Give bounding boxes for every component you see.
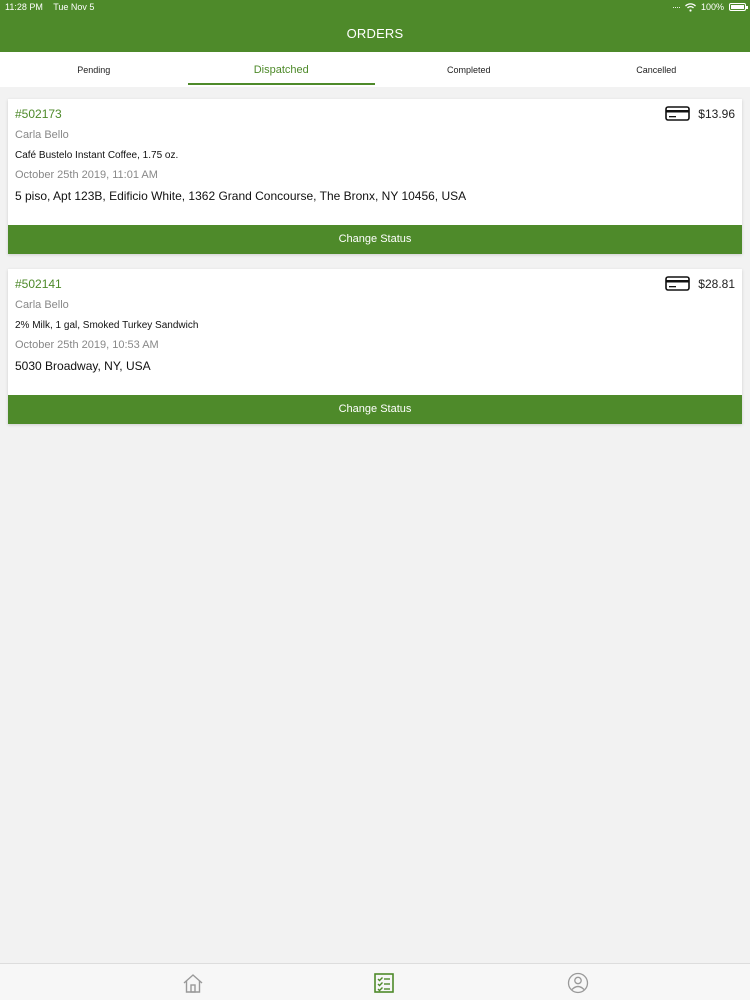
change-status-button[interactable]: Change Status xyxy=(8,225,742,254)
order-price: $28.81 xyxy=(698,276,735,291)
customer-name: Carla Bello xyxy=(15,129,69,141)
tab-cancelled[interactable]: Cancelled xyxy=(563,52,750,87)
change-status-button[interactable]: Change Status xyxy=(8,395,742,424)
order-items: 2% Milk, 1 gal, Smoked Turkey Sandwich xyxy=(15,320,199,331)
status-bar-left: 11:28 PM Tue Nov 5 xyxy=(5,2,102,12)
credit-card-icon xyxy=(665,276,691,291)
wifi-icon xyxy=(685,2,696,12)
page-title: ORDERS xyxy=(346,26,404,41)
signal-icon: ···· xyxy=(671,2,681,12)
order-card[interactable]: #502173 $13.96 Carla Bello Café Bustelo … xyxy=(8,99,742,254)
order-card[interactable]: #502141 $28.81 Carla Bello 2% Milk, 1 ga… xyxy=(8,269,742,424)
bottom-nav xyxy=(0,963,750,1000)
profile-icon[interactable] xyxy=(567,972,589,994)
top-bar: 11:28 PM Tue Nov 5 ···· 100% ORDERS xyxy=(0,0,750,52)
order-date: October 25th 2019, 11:01 AM xyxy=(15,169,158,181)
orders-checklist-icon[interactable] xyxy=(373,972,395,994)
order-number: #502141 xyxy=(15,277,62,291)
status-time: 11:28 PM xyxy=(5,2,43,12)
battery-percent: 100% xyxy=(700,2,724,12)
order-price: $13.96 xyxy=(698,106,735,121)
tab-dispatched[interactable]: Dispatched xyxy=(187,52,376,87)
status-bar-right: ···· 100% xyxy=(672,2,724,12)
tab-pending[interactable]: Pending xyxy=(0,52,188,87)
battery-icon xyxy=(729,3,748,11)
order-items: Café Bustelo Instant Coffee, 1.75 oz. xyxy=(15,150,179,161)
home-icon[interactable] xyxy=(182,972,204,994)
credit-card-icon xyxy=(665,106,691,121)
customer-name: Carla Bello xyxy=(15,299,69,311)
order-number: #502173 xyxy=(15,107,62,121)
order-status-tabs: Pending Dispatched Completed Cancelled xyxy=(0,52,750,87)
delivery-address: 5030 Broadway, NY, USA xyxy=(15,359,151,373)
tab-completed[interactable]: Completed xyxy=(375,52,563,87)
order-payment: $28.81 xyxy=(665,276,735,291)
order-payment: $13.96 xyxy=(665,106,735,121)
status-date: Tue Nov 5 xyxy=(53,2,95,12)
delivery-address: 5 piso, Apt 123B, Edificio White, 1362 G… xyxy=(15,189,467,203)
order-date: October 25th 2019, 10:53 AM xyxy=(15,339,159,351)
